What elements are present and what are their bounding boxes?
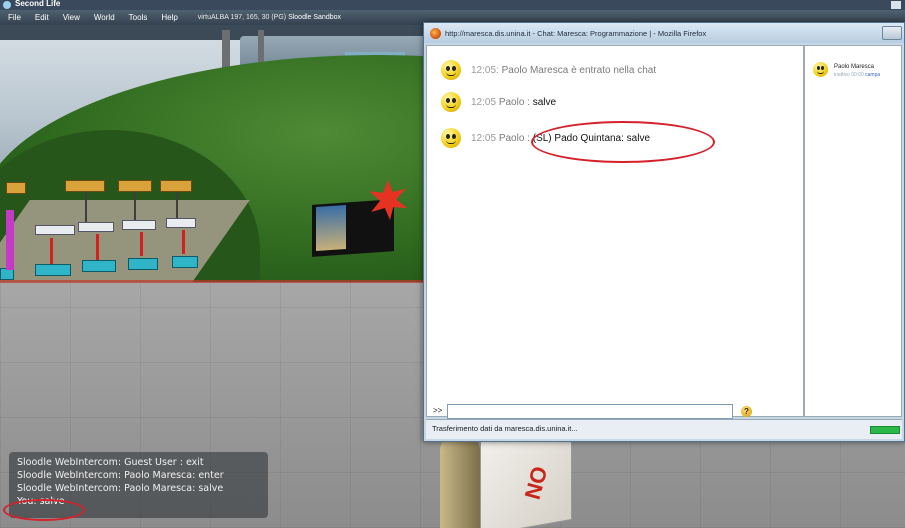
menu-edit[interactable]: Edit — [35, 13, 49, 22]
chat-line: Sloodle WebIntercom: Guest User : exit — [17, 457, 204, 468]
firefox-window: http://maresca.dis.unina.it - Chat: Mare… — [423, 22, 905, 442]
signpost[interactable] — [6, 182, 26, 194]
annotation-ellipse — [531, 121, 715, 163]
ground-edge — [0, 280, 430, 283]
message-time: 12:05: — [471, 65, 499, 76]
cyan-panel[interactable] — [172, 256, 198, 268]
smiley-icon — [441, 60, 461, 80]
poster-image — [316, 204, 346, 252]
status-text: Trasferimento dati da maresca.dis.unina.… — [432, 424, 578, 433]
user-smiley-icon — [813, 62, 828, 77]
signpost-pole — [134, 192, 136, 220]
menu-help[interactable]: Help — [161, 13, 177, 22]
chat-message: 12:05 Paolo : salve — [471, 97, 556, 108]
firefox-statusbar: Trasferimento dati da maresca.dis.unina.… — [426, 419, 902, 439]
firefox-titlebar[interactable]: http://maresca.dis.unina.it - Chat: Mare… — [424, 23, 904, 43]
magenta-pillar — [6, 210, 14, 270]
message-time: 12:05 — [471, 133, 497, 144]
message-author: Paolo : — [498, 97, 530, 108]
chat-message: 12:05: Paolo Maresca è entrato nella cha… — [471, 65, 656, 76]
menu-world[interactable]: World — [94, 13, 115, 22]
smiley-icon — [441, 128, 461, 148]
red-post — [50, 238, 53, 264]
info-panel[interactable] — [78, 222, 114, 232]
message-author: Paolo Maresca è entrato nella chat — [501, 65, 657, 76]
progress-bar — [870, 426, 900, 434]
red-post — [140, 232, 143, 256]
chat-page: 12:05: Paolo Maresca è entrato nella cha… — [426, 45, 902, 419]
signpost[interactable] — [160, 180, 192, 192]
signpost-pole — [85, 192, 87, 222]
cyan-panel[interactable] — [128, 258, 158, 270]
user-list: Paolo Maresca inattivo 00:00 campa — [803, 46, 901, 416]
location-readout: virtuALBA 197, 165, 30 (PG) Sloodle Sand… — [198, 14, 341, 21]
signpost-pole — [176, 192, 178, 218]
menu-view[interactable]: View — [63, 13, 80, 22]
red-post — [96, 234, 99, 260]
cyan-panel[interactable] — [82, 260, 116, 272]
message-text: salve — [532, 97, 557, 108]
firefox-window-title: http://maresca.dis.unina.it - Chat: Mare… — [445, 28, 707, 38]
info-panel[interactable] — [166, 218, 196, 228]
help-icon[interactable]: ? — [741, 406, 752, 417]
message-time: 12:05 — [471, 97, 497, 108]
second-life-logo-icon — [3, 1, 11, 9]
window-controls-button[interactable] — [882, 26, 902, 40]
avatar-figure[interactable] — [440, 438, 480, 528]
location-coordinates: virtuALBA 197, 165, 30 (PG) — [197, 14, 287, 21]
user-idle-time: inattivo 00:00 — [834, 72, 864, 78]
smiley-icon — [441, 92, 461, 112]
info-panel[interactable] — [35, 225, 75, 235]
menu-file[interactable]: File — [8, 13, 21, 22]
user-status: inattivo 00:00 campa — [834, 72, 880, 78]
user-name: Paolo Maresca — [834, 64, 875, 70]
red-post — [182, 230, 185, 254]
chat-input[interactable] — [447, 404, 733, 419]
cyan-panel[interactable] — [35, 264, 71, 276]
signpost[interactable] — [65, 180, 105, 192]
input-prompt: >> — [433, 406, 443, 415]
sl-titlebar: Second Life — [0, 0, 905, 10]
menu-tools[interactable]: Tools — [129, 13, 148, 22]
chat-line: Sloodle WebIntercom: Paolo Maresca: ente… — [17, 470, 224, 481]
chat-messages: 12:05: Paolo Maresca è entrato nella cha… — [427, 46, 803, 419]
chat-line: Sloodle WebIntercom: Paolo Maresca: salv… — [17, 483, 224, 494]
user-link[interactable]: campa — [865, 72, 880, 78]
firefox-icon — [430, 27, 441, 39]
annotation-ellipse — [3, 499, 85, 521]
message-author: Paolo : — [498, 133, 530, 144]
signpost[interactable] — [118, 180, 152, 192]
location-region[interactable]: Sloodle Sandbox — [288, 14, 341, 21]
sl-window-title: Second Life — [15, 0, 61, 8]
info-panel[interactable] — [122, 220, 156, 230]
minimize-button[interactable] — [891, 1, 901, 9]
